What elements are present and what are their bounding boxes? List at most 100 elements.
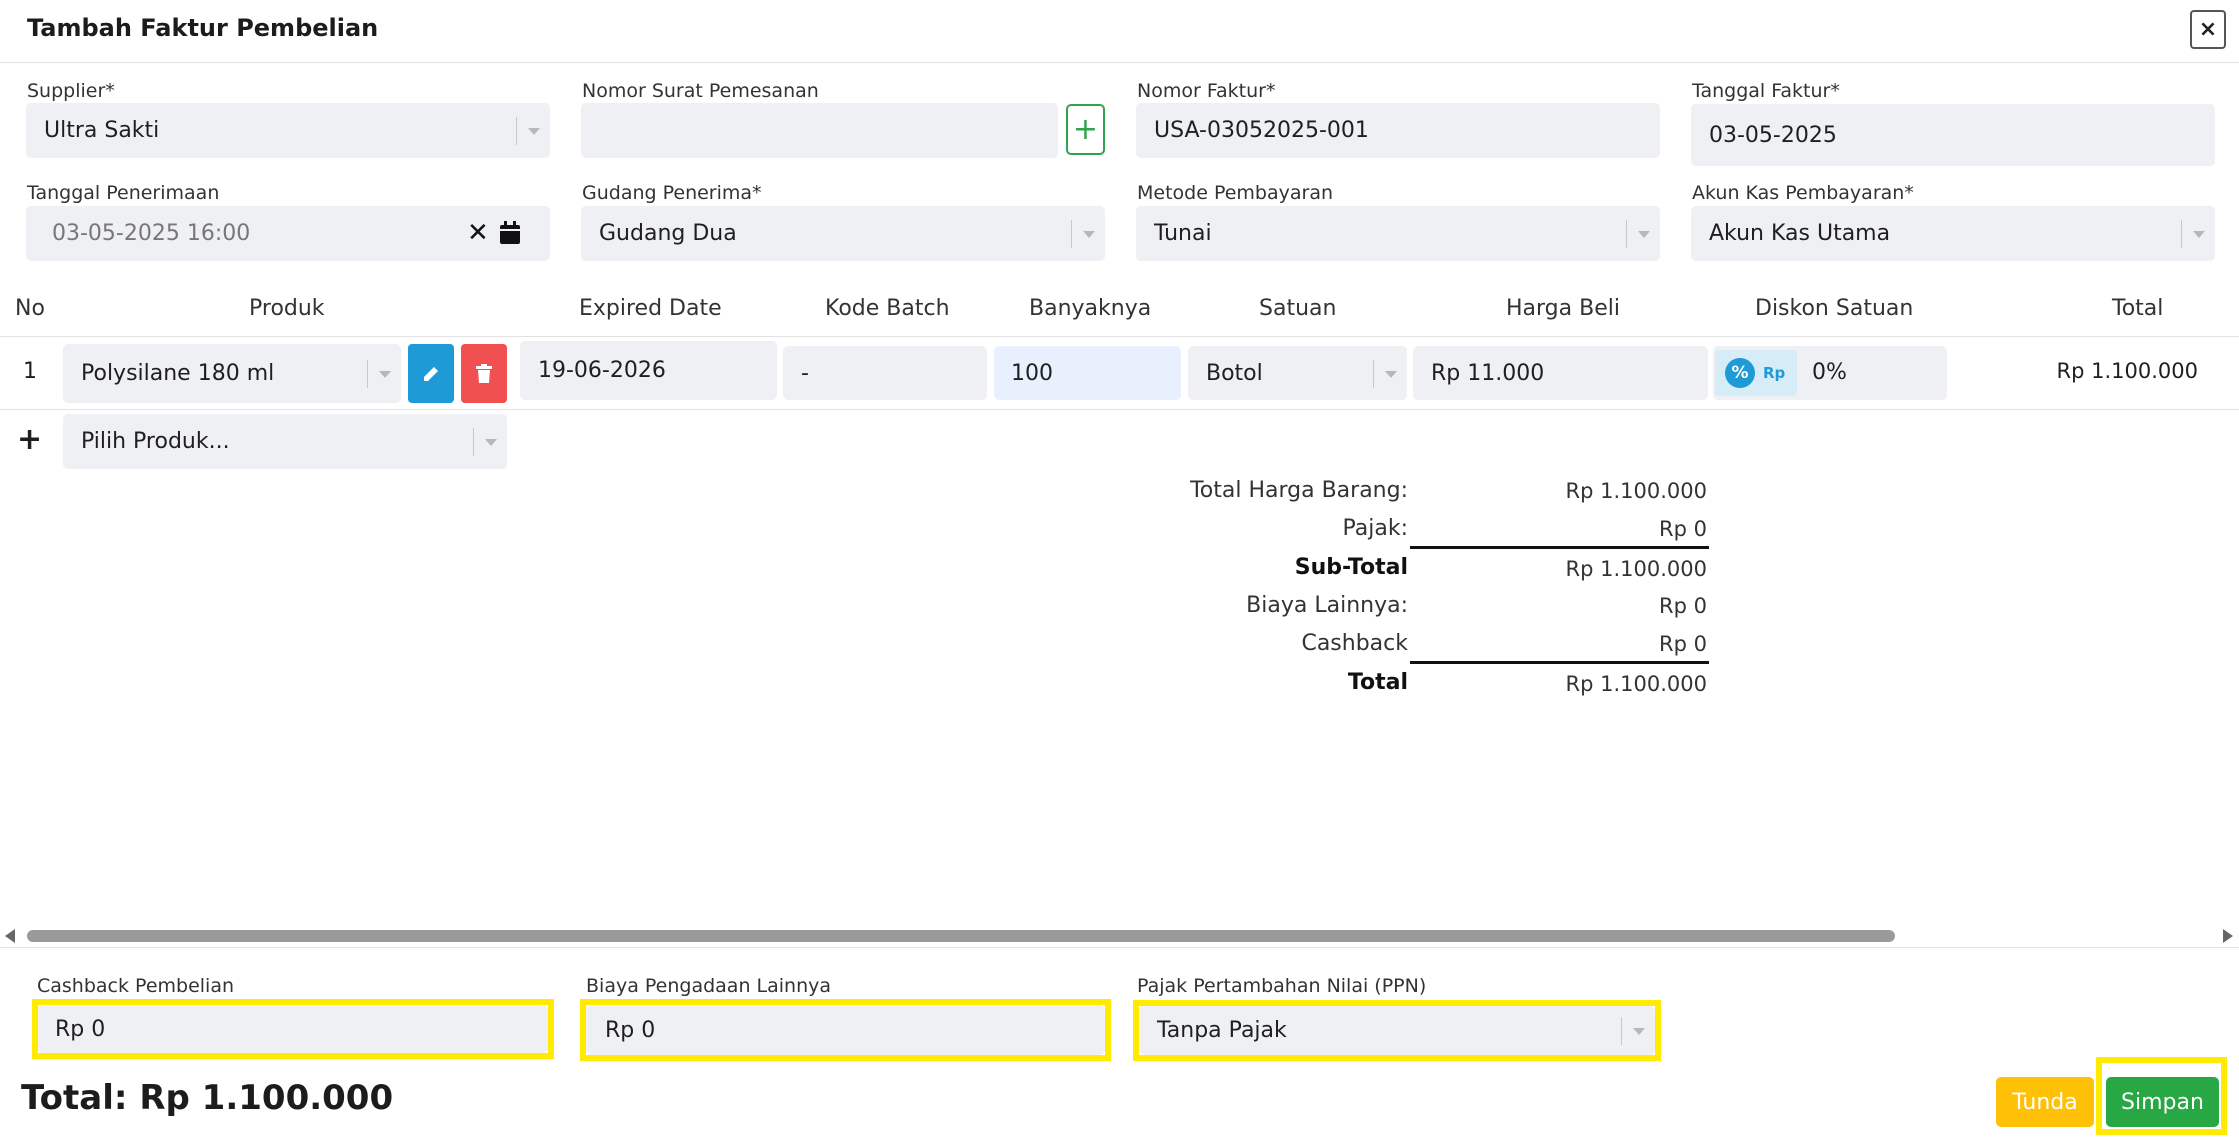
chevron-down-icon — [367, 360, 391, 388]
subtotal-label: Sub-Total — [1294, 555, 1408, 580]
subtotal-value: Rp 1.100.000 — [1565, 557, 1707, 581]
scroll-left-icon[interactable] — [5, 929, 15, 943]
col-batch: Kode Batch — [825, 296, 950, 321]
pilih-produk-placeholder: Pilih Produk... — [81, 429, 230, 454]
harga-beli-value: Rp 11.000 — [1431, 360, 1545, 386]
satuan-value: Botol — [1206, 360, 1263, 386]
ppn-value: Tanpa Pajak — [1157, 1018, 1287, 1043]
nomor-surat-input[interactable] — [581, 103, 1058, 158]
ppn-select[interactable]: Tanpa Pajak — [1139, 1006, 1655, 1055]
harga-beli-input[interactable]: Rp 11.000 — [1413, 346, 1708, 400]
col-satuan: Satuan — [1259, 296, 1337, 321]
metode-select[interactable]: Tunai — [1136, 206, 1660, 261]
col-expired: Expired Date — [579, 296, 722, 321]
add-row-button[interactable]: + — [17, 422, 42, 457]
summary-divider — [1410, 661, 1709, 664]
table-divider — [0, 409, 2239, 410]
expired-date-value: 19-06-2026 — [538, 358, 666, 383]
chevron-down-icon — [2181, 220, 2205, 248]
ppn-label: Pajak Pertambahan Nilai (PPN) — [1137, 975, 1427, 997]
banyaknya-input[interactable]: 100 — [994, 346, 1181, 400]
chevron-down-icon — [1373, 360, 1397, 388]
chevron-down-icon — [1071, 220, 1095, 248]
total-value: Rp 1.100.000 — [1565, 672, 1707, 696]
cashback-label: Cashback — [1301, 631, 1408, 656]
nomor-faktur-value: USA-03052025-001 — [1154, 118, 1369, 143]
supplier-select[interactable]: Ultra Sakti — [26, 103, 550, 158]
diskon-value: 0% — [1812, 360, 1847, 385]
gudang-select[interactable]: Gudang Dua — [581, 206, 1105, 261]
satuan-select[interactable]: Botol — [1188, 346, 1407, 400]
cashback-pembelian-input[interactable]: Rp 0 — [38, 1005, 548, 1053]
tanggal-faktur-label: Tanggal Faktur* — [1692, 80, 1840, 102]
tunda-button[interactable]: Tunda — [1996, 1077, 2094, 1127]
diskon-type-toggle[interactable]: % Rp — [1715, 350, 1797, 396]
pencil-icon — [424, 366, 438, 381]
scroll-right-icon[interactable] — [2223, 929, 2233, 943]
scroll-thumb[interactable] — [27, 930, 1895, 942]
row-total: Rp 1.100.000 — [2056, 359, 2198, 383]
modal-title: Tambah Faktur Pembelian — [27, 14, 379, 42]
total-harga-label: Total Harga Barang: — [1190, 478, 1408, 503]
produk-select[interactable]: Polysilane 180 ml — [63, 344, 401, 403]
summary-divider — [1410, 546, 1709, 549]
nomor-surat-label: Nomor Surat Pemesanan — [582, 80, 819, 102]
total-label: Total — [1347, 670, 1408, 695]
cashback-pembelian-label: Cashback Pembelian — [37, 975, 235, 997]
edit-button[interactable] — [408, 344, 454, 403]
trash-icon — [476, 363, 492, 383]
percent-icon: % — [1725, 358, 1755, 388]
simpan-button[interactable]: Simpan — [2106, 1077, 2219, 1127]
supplier-label: Supplier* — [27, 80, 115, 102]
horizontal-scrollbar[interactable] — [0, 924, 2239, 946]
supplier-value: Ultra Sakti — [44, 118, 160, 143]
col-harga: Harga Beli — [1506, 296, 1620, 321]
biaya-pengadaan-label: Biaya Pengadaan Lainnya — [586, 975, 832, 997]
chevron-down-icon — [473, 428, 497, 456]
add-surat-button[interactable]: + — [1066, 104, 1105, 155]
biaya-label: Biaya Lainnya: — [1246, 593, 1408, 618]
pajak-value: Rp 0 — [1659, 517, 1707, 541]
akun-kas-value: Akun Kas Utama — [1709, 221, 1891, 246]
col-no: No — [15, 296, 45, 321]
biaya-pengadaan-value: Rp 0 — [605, 1017, 656, 1043]
close-button[interactable]: × — [2190, 10, 2226, 49]
chevron-down-icon — [516, 117, 540, 145]
col-banyaknya: Banyaknya — [1029, 296, 1152, 321]
grand-total: Total: Rp 1.100.000 — [21, 1078, 394, 1118]
tanggal-faktur-input[interactable]: 03-05-2025 — [1691, 104, 2215, 166]
calendar-icon[interactable] — [499, 221, 521, 245]
total-harga-value: Rp 1.100.000 — [1565, 479, 1707, 503]
diskon-rp-option: Rp — [1763, 364, 1786, 382]
delete-button[interactable] — [461, 344, 507, 403]
metode-label: Metode Pembayaran — [1137, 182, 1334, 204]
row-no: 1 — [23, 359, 37, 384]
nomor-faktur-label: Nomor Faktur* — [1137, 80, 1276, 102]
cashback-pembelian-value: Rp 0 — [55, 1016, 106, 1042]
tanggal-penerimaan-input[interactable]: 03-05-2025 16:00 ✕ — [26, 206, 550, 261]
akun-kas-label: Akun Kas Pembayaran* — [1692, 182, 1914, 204]
kode-batch-input[interactable]: - — [783, 346, 987, 400]
expired-date-input[interactable]: 19-06-2026 — [520, 341, 777, 400]
gudang-value: Gudang Dua — [599, 221, 737, 246]
clear-icon[interactable]: ✕ — [467, 218, 489, 248]
tanggal-penerimaan-label: Tanggal Penerimaan — [27, 182, 220, 204]
nomor-faktur-input[interactable]: USA-03052025-001 — [1136, 103, 1660, 158]
pilih-produk-select[interactable]: Pilih Produk... — [63, 414, 507, 469]
col-diskon: Diskon Satuan — [1755, 296, 1914, 321]
gudang-label: Gudang Penerima* — [582, 182, 762, 204]
tanggal-penerimaan-value: 03-05-2025 16:00 — [52, 221, 251, 246]
biaya-pengadaan-input[interactable]: Rp 0 — [586, 1005, 1105, 1055]
pajak-label: Pajak: — [1342, 516, 1408, 541]
chevron-down-icon — [1621, 1017, 1645, 1045]
kode-batch-value: - — [801, 360, 809, 386]
biaya-value: Rp 0 — [1659, 594, 1707, 618]
diskon-input[interactable]: % Rp 0% — [1713, 346, 1947, 400]
chevron-down-icon — [1626, 220, 1650, 248]
cashback-value: Rp 0 — [1659, 632, 1707, 656]
banyaknya-value: 100 — [1011, 360, 1053, 386]
table-divider — [0, 336, 2239, 337]
akun-kas-select[interactable]: Akun Kas Utama — [1691, 206, 2215, 261]
metode-value: Tunai — [1154, 221, 1212, 246]
modal-header: Tambah Faktur Pembelian × — [0, 0, 2239, 63]
